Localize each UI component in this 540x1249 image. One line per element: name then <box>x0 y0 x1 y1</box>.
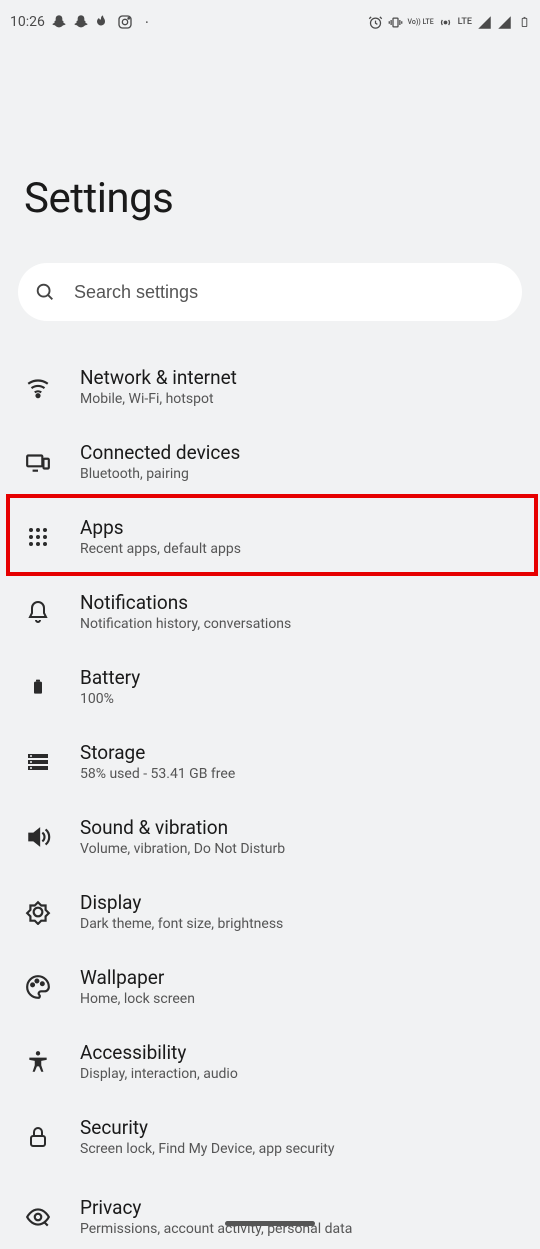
item-title: Connected devices <box>80 441 240 464</box>
item-sub: Recent apps, default apps <box>80 541 241 557</box>
item-apps[interactable]: Apps Recent apps, default apps <box>0 499 540 574</box>
alarm-icon <box>368 14 384 30</box>
search-bar[interactable] <box>18 263 522 321</box>
palette-icon <box>24 973 52 1001</box>
item-sub: Dark theme, font size, brightness <box>80 916 283 932</box>
item-title: Sound & vibration <box>80 816 285 839</box>
item-accessibility[interactable]: Accessibility Display, interaction, audi… <box>0 1024 540 1099</box>
lte-label: LTE <box>458 17 472 27</box>
brightness-icon <box>24 898 52 926</box>
item-sub: Mobile, Wi-Fi, hotspot <box>80 391 237 407</box>
item-title: Battery <box>80 666 140 689</box>
item-notifications[interactable]: Notifications Notification history, conv… <box>0 574 540 649</box>
item-sub: Display, interaction, audio <box>80 1066 238 1082</box>
item-sound[interactable]: Sound & vibration Volume, vibration, Do … <box>0 799 540 874</box>
item-title: Network & internet <box>80 366 237 389</box>
item-sub: 58% used - 53.41 GB free <box>80 766 235 782</box>
item-wallpaper[interactable]: Wallpaper Home, lock screen <box>0 949 540 1024</box>
hotspot-icon <box>438 14 454 30</box>
wifi-icon <box>24 373 52 401</box>
snapchat-icon-2 <box>73 14 89 30</box>
item-sub: Home, lock screen <box>80 991 195 1007</box>
vibrate-icon <box>388 14 404 30</box>
search-input[interactable] <box>74 282 506 303</box>
item-connected-devices[interactable]: Connected devices Bluetooth, pairing <box>0 424 540 499</box>
signal-icon-2 <box>496 14 512 30</box>
status-left: 10:26 • <box>8 14 155 30</box>
item-title: Display <box>80 891 283 914</box>
privacy-eye-icon <box>24 1203 52 1231</box>
tinder-icon <box>95 14 111 30</box>
item-storage[interactable]: Storage 58% used - 53.41 GB free <box>0 724 540 799</box>
nav-handle[interactable] <box>225 1221 315 1226</box>
item-sub: Volume, vibration, Do Not Disturb <box>80 841 285 857</box>
item-security[interactable]: Security Screen lock, Find My Device, ap… <box>0 1099 540 1174</box>
snapchat-icon <box>51 14 67 30</box>
item-title: Wallpaper <box>80 966 195 989</box>
item-title: Privacy <box>80 1196 352 1219</box>
more-notifications-icon: • <box>139 14 155 30</box>
volte-icon: Vo)) LTE <box>408 19 434 26</box>
battery-icon <box>516 14 532 30</box>
volume-icon <box>24 823 52 851</box>
item-display[interactable]: Display Dark theme, font size, brightnes… <box>0 874 540 949</box>
item-sub: Bluetooth, pairing <box>80 466 240 482</box>
page-title: Settings <box>24 174 540 223</box>
lock-icon <box>24 1123 52 1151</box>
item-title: Security <box>80 1116 334 1139</box>
item-title: Apps <box>80 516 241 539</box>
settings-list: Network & internet Mobile, Wi-Fi, hotspo… <box>0 349 540 1249</box>
status-right: Vo)) LTE LTE <box>368 14 532 30</box>
bell-icon <box>24 598 52 626</box>
item-privacy[interactable]: Privacy Permissions, account activity, p… <box>0 1174 540 1249</box>
status-time: 10:26 <box>10 14 45 30</box>
battery-full-icon <box>24 673 52 701</box>
item-sub: 100% <box>80 691 140 707</box>
item-battery[interactable]: Battery 100% <box>0 649 540 724</box>
status-bar: 10:26 • Vo)) LTE LTE <box>0 0 540 44</box>
devices-icon <box>24 448 52 476</box>
apps-grid-icon <box>24 523 52 551</box>
item-sub: Notification history, conversations <box>80 616 291 632</box>
item-title: Storage <box>80 741 235 764</box>
accessibility-icon <box>24 1048 52 1076</box>
item-title: Notifications <box>80 591 291 614</box>
item-title: Accessibility <box>80 1041 238 1064</box>
storage-icon <box>24 748 52 776</box>
instagram-icon <box>117 14 133 30</box>
search-icon <box>34 281 56 303</box>
item-sub: Screen lock, Find My Device, app securit… <box>80 1141 334 1157</box>
signal-icon-1 <box>476 14 492 30</box>
item-network[interactable]: Network & internet Mobile, Wi-Fi, hotspo… <box>0 349 540 424</box>
